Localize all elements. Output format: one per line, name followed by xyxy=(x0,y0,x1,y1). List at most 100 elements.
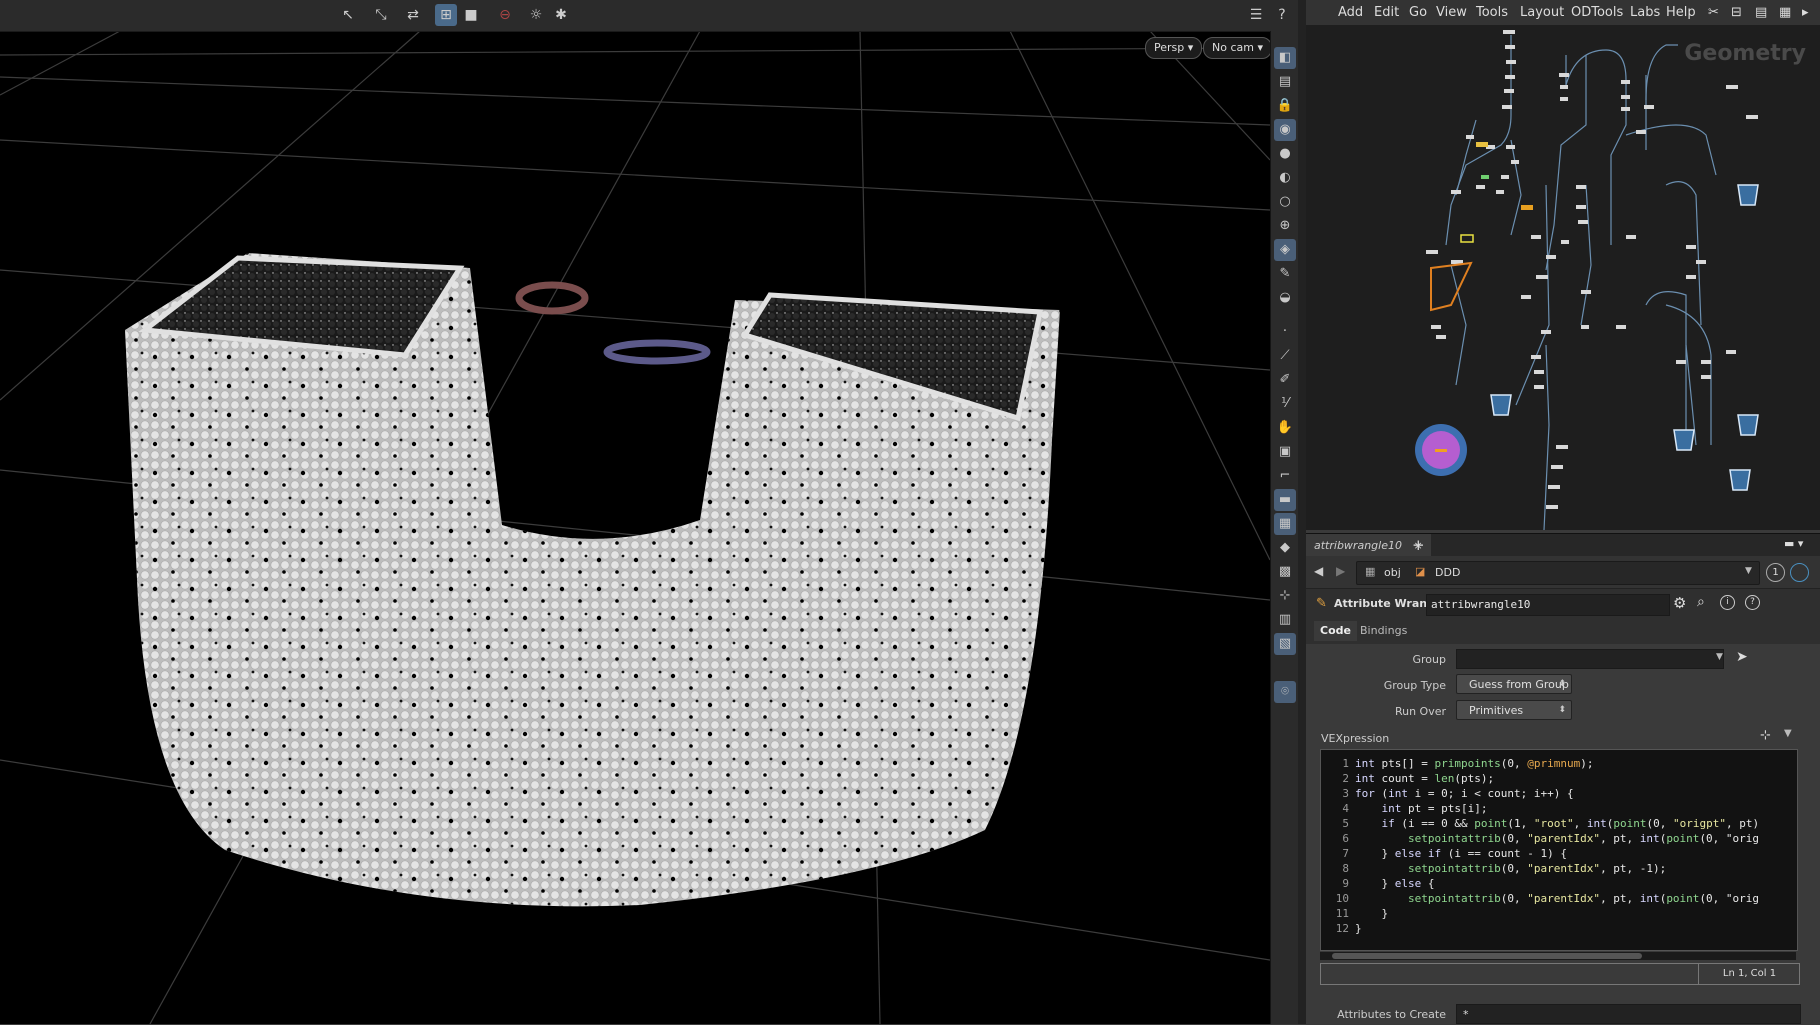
image-icon[interactable]: ▦ xyxy=(1274,513,1296,535)
code-line[interactable]: 10 setpointattrib(0, "parentIdx", pt, in… xyxy=(1321,891,1797,906)
code-line[interactable]: 5 if (i == 0 && point(1, "root", int(poi… xyxy=(1321,816,1797,831)
group-label: Group xyxy=(1412,653,1447,666)
brush-icon[interactable]: ⟋ xyxy=(1274,345,1296,367)
add-tab-icon[interactable]: + xyxy=(1412,536,1425,554)
tab-code[interactable]: Code xyxy=(1314,621,1357,641)
arrow-select-icon[interactable]: ➤ xyxy=(1736,649,1748,665)
viewport-settings-icon[interactable]: ☰ xyxy=(1245,4,1267,26)
group-dropdown-icon[interactable]: ▼ xyxy=(1716,652,1723,662)
link-icon[interactable] xyxy=(1790,563,1809,582)
vex-menu-icon[interactable]: ▼ xyxy=(1784,728,1792,739)
tree-icon[interactable]: ⊟ xyxy=(1731,5,1742,20)
scrollbar-thumb[interactable] xyxy=(1332,953,1642,959)
attributes-to-create-label: Attributes to Create xyxy=(1337,1008,1446,1021)
pin-badge[interactable]: 1 xyxy=(1766,563,1785,582)
code-status-bar: Ln 1, Col 1 xyxy=(1320,963,1800,985)
lock-icon[interactable]: 🔒 xyxy=(1274,95,1296,117)
display-icon[interactable]: ■ xyxy=(460,4,482,26)
camera-icon[interactable]: ◈ xyxy=(1274,239,1296,261)
hand-icon[interactable]: ✋ xyxy=(1274,417,1296,439)
menu-go[interactable]: Go xyxy=(1409,5,1427,20)
rotate-icon[interactable]: ⇄ xyxy=(402,4,424,26)
scene-viewport[interactable] xyxy=(0,0,1270,1024)
menu-tools[interactable]: Tools xyxy=(1476,5,1508,20)
path-field[interactable]: ▦ obj ◪ DDD ▼ xyxy=(1356,561,1760,585)
render-icon[interactable]: ✱ xyxy=(550,4,572,26)
tab-bindings[interactable]: Bindings xyxy=(1354,621,1413,641)
list-icon[interactable]: ▤ xyxy=(1755,5,1767,20)
frame-icon[interactable]: ⌐ xyxy=(1274,465,1296,487)
code-line[interactable]: 1 int pts[] = primpoints(0, @primnum); xyxy=(1321,756,1797,771)
code-line[interactable]: 11 } xyxy=(1321,906,1797,921)
attributes-to-create-input[interactable]: * xyxy=(1456,1004,1801,1024)
select-icon[interactable]: ↖ xyxy=(337,4,359,26)
menu-edit[interactable]: Edit xyxy=(1374,5,1399,20)
code-line[interactable]: 3 for (int i = 0; i < count; i++) { xyxy=(1321,786,1797,801)
path-node[interactable]: DDD xyxy=(1435,566,1460,579)
menu-add[interactable]: Add xyxy=(1338,5,1363,20)
sphere-icon[interactable]: ● xyxy=(1274,143,1296,165)
add-spare-icon[interactable]: ⊹ xyxy=(1760,728,1771,743)
stop-icon[interactable]: ⊖ xyxy=(494,4,516,26)
grid-icon[interactable]: ▦ xyxy=(1779,5,1791,20)
menu-view[interactable]: View xyxy=(1436,5,1467,20)
dot-icon[interactable]: · xyxy=(1274,321,1296,343)
layer-icon[interactable]: ▤ xyxy=(1274,71,1296,93)
texture-icon[interactable]: ▩ xyxy=(1274,561,1296,583)
numbers-icon[interactable]: ⅟ xyxy=(1274,393,1296,415)
menu-layout[interactable]: Layout xyxy=(1520,5,1564,20)
pane-splitter[interactable] xyxy=(1298,0,1306,1024)
code-line[interactable]: 6 setpointattrib(0, "parentIdx", pt, int… xyxy=(1321,831,1797,846)
menu-odtools[interactable]: ODTools xyxy=(1571,5,1623,20)
help-icon[interactable]: ? xyxy=(1271,4,1293,26)
run-over-value: Primitives xyxy=(1469,704,1524,717)
pen-icon[interactable]: ✐ xyxy=(1274,369,1296,391)
wire-icon[interactable]: ✎ xyxy=(1274,263,1296,285)
lighting-icon[interactable]: ☼ xyxy=(525,4,547,26)
display-mode-icon[interactable]: ▧ xyxy=(1274,633,1296,655)
snap-icon[interactable]: ⊞ xyxy=(435,4,457,26)
network-editor[interactable]: Geometry xyxy=(1306,25,1820,530)
code-text: } xyxy=(1355,907,1389,920)
node-name-input[interactable]: attribwrangle10 xyxy=(1426,594,1670,616)
pin-icon[interactable]: ⌾ xyxy=(1274,681,1296,703)
ruler-icon[interactable]: ▬ xyxy=(1274,489,1296,511)
help-icon[interactable]: ? xyxy=(1745,595,1760,610)
code-line[interactable]: 8 setpointattrib(0, "parentIdx", pt, -1)… xyxy=(1321,861,1797,876)
view-icon[interactable]: ◧ xyxy=(1274,47,1296,69)
shade-icon[interactable]: ◒ xyxy=(1274,287,1296,309)
code-line[interactable]: 4 int pt = pts[i]; xyxy=(1321,801,1797,816)
info-icon[interactable]: i xyxy=(1720,595,1735,610)
pane-menu-icon[interactable]: ▬ ▾ xyxy=(1784,537,1803,550)
code-line[interactable]: 9 } else { xyxy=(1321,876,1797,891)
light-icon[interactable]: ◐ xyxy=(1274,167,1296,189)
persp-button[interactable]: Persp ▾ xyxy=(1145,37,1203,59)
code-hscrollbar[interactable] xyxy=(1320,952,1796,960)
run-over-select[interactable]: Primitives ⬍ xyxy=(1456,700,1572,720)
axis-icon[interactable]: ⊹ xyxy=(1274,585,1296,607)
transform-icon[interactable]: ⤡ xyxy=(370,4,392,26)
group-type-select[interactable]: Guess from Group ⬍ xyxy=(1456,674,1572,694)
forward-icon[interactable]: ▶ xyxy=(1336,564,1345,578)
vex-code-editor[interactable]: 1 int pts[] = primpoints(0, @primnum); 2 in… xyxy=(1320,749,1798,951)
stamp-icon[interactable]: ▣ xyxy=(1274,441,1296,463)
snap-toggle-icon[interactable]: ◉ xyxy=(1274,119,1296,141)
bulb-icon[interactable]: ○ xyxy=(1274,191,1296,213)
path-root[interactable]: obj xyxy=(1384,566,1401,579)
gear-icon[interactable]: ⚙ xyxy=(1673,594,1686,612)
camera-button[interactable]: No cam ▾ xyxy=(1203,37,1272,59)
code-line[interactable]: 12} xyxy=(1321,921,1797,936)
group-field[interactable] xyxy=(1456,649,1724,669)
trash-icon[interactable]: ▥ xyxy=(1274,609,1296,631)
code-line[interactable]: 7 } else if (i == count - 1) { xyxy=(1321,846,1797,861)
search-icon[interactable]: ⌕ xyxy=(1697,594,1705,610)
chevron-down-icon[interactable]: ▼ xyxy=(1745,566,1752,576)
tools-icon[interactable]: ✂ xyxy=(1708,5,1719,20)
back-icon[interactable]: ◀ xyxy=(1314,564,1323,578)
menu-labs[interactable]: Labs xyxy=(1630,5,1660,20)
expand-icon[interactable]: ▸ xyxy=(1802,5,1809,20)
diamond-icon[interactable]: ◆ xyxy=(1274,537,1296,559)
target-icon[interactable]: ⊕ xyxy=(1274,215,1296,237)
code-line[interactable]: 2 int count = len(pts); xyxy=(1321,771,1797,786)
menu-help[interactable]: Help xyxy=(1666,5,1696,20)
